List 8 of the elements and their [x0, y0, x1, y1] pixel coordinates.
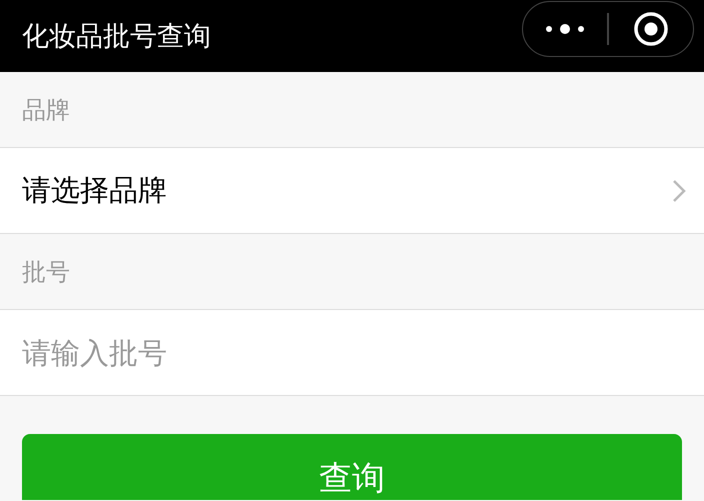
more-icon[interactable]: [544, 23, 586, 35]
field-label: 批号: [22, 256, 70, 288]
batch-number-field[interactable]: 请输入批号: [0, 310, 704, 396]
field-label: 品牌: [22, 94, 70, 126]
chevron-right-icon: [672, 178, 686, 202]
window-title: 化妆品批号查询: [22, 20, 211, 54]
brand-select[interactable]: 请选择品牌: [0, 148, 704, 234]
close-icon[interactable]: [632, 11, 669, 47]
